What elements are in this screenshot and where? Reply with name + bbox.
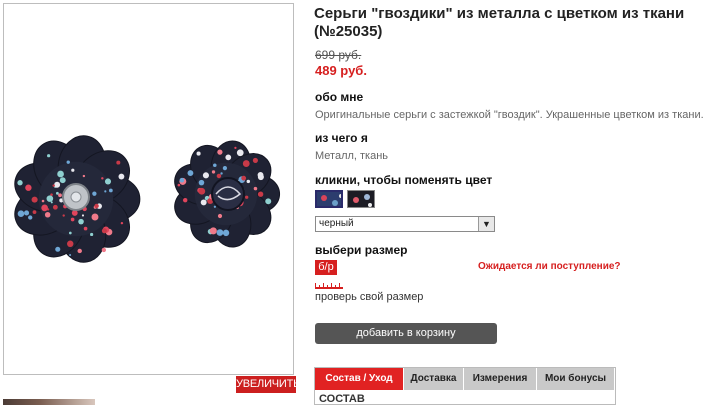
color-select-value: черный [319, 218, 354, 229]
color-heading: кликни, чтобы поменять цвет [315, 173, 493, 187]
product-image[interactable] [3, 3, 294, 375]
tab-delivery[interactable]: Доставка [404, 368, 464, 390]
color-select[interactable]: черный ▼ [315, 216, 495, 232]
tab-bonuses[interactable]: Мои бонусы [537, 368, 615, 390]
about-text: Оригинальные серьги с застежкой "гвоздик… [315, 109, 704, 121]
composition-heading: СОСТАВ [319, 393, 365, 405]
sale-price: 489 руб. [315, 63, 367, 78]
about-heading: обо мне [315, 90, 364, 104]
product-title: Серьги "гвоздики" из металла с цветком и… [314, 5, 685, 40]
old-price: 699 руб. [315, 48, 362, 62]
size-option-button[interactable]: б/р [315, 260, 337, 275]
info-tabs: Состав / Уход Доставка Измерения Мои бон… [314, 367, 616, 405]
material-heading: из чего я [315, 131, 368, 145]
chevron-down-icon[interactable]: ▼ [478, 217, 494, 231]
check-size-link[interactable]: проверь свой размер [315, 291, 423, 303]
thumbnail-strip[interactable] [3, 399, 95, 405]
size-heading: выбери размер [315, 243, 408, 257]
ruler-icon[interactable] [315, 283, 343, 290]
availability-link[interactable]: Ожидается ли поступление? [478, 261, 621, 272]
color-swatches [315, 190, 375, 208]
material-text: Металл, ткань [315, 150, 389, 162]
tab-measurements[interactable]: Измерения [464, 368, 537, 390]
zoom-button[interactable]: УВЕЛИЧИТЬ [236, 376, 300, 393]
swatch-black-floral[interactable] [347, 190, 375, 208]
add-to-cart-button[interactable]: добавить в корзину [315, 323, 497, 344]
swatch-navy-floral[interactable] [315, 190, 343, 208]
tab-composition[interactable]: Состав / Уход [315, 368, 404, 390]
